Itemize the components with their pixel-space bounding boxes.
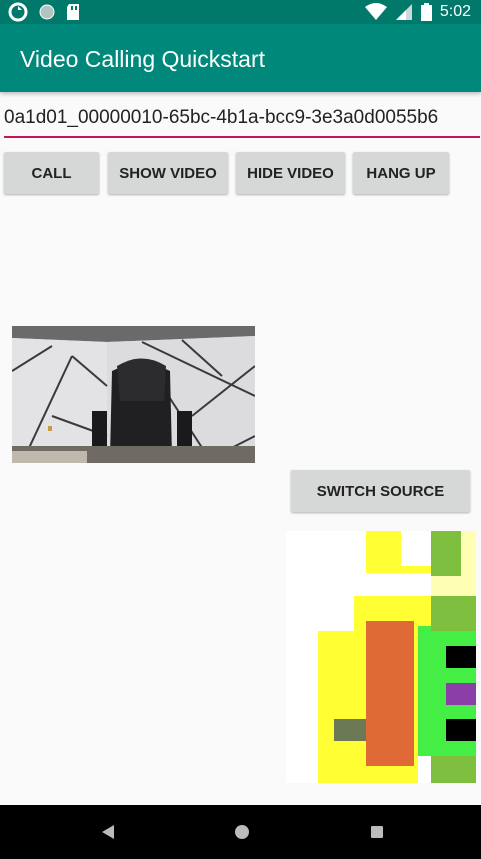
clock: 5:02 <box>439 3 471 20</box>
recents-icon[interactable] <box>370 825 384 839</box>
home-icon[interactable] <box>234 824 250 840</box>
status-bar: 5:02 <box>0 0 481 24</box>
callee-id-input[interactable] <box>4 104 480 138</box>
signal-icon <box>395 4 412 20</box>
sd-card-icon <box>67 4 79 20</box>
hide-video-button[interactable]: HIDE VIDEO <box>236 152 345 194</box>
back-icon[interactable] <box>100 824 116 840</box>
app-title: Video Calling Quickstart <box>20 46 266 72</box>
hang-up-button[interactable]: HANG UP <box>353 152 449 194</box>
battery-icon <box>420 3 432 21</box>
show-video-button[interactable]: SHOW VIDEO <box>108 152 228 194</box>
wifi-icon <box>364 3 387 20</box>
switch-source-button[interactable]: SWITCH SOURCE <box>291 470 470 512</box>
call-button[interactable]: CALL <box>4 152 99 194</box>
sync-icon <box>8 2 28 22</box>
remote-video-view <box>286 531 476 783</box>
navigation-bar <box>0 805 481 859</box>
local-video-preview <box>12 326 255 463</box>
circle-icon <box>39 4 55 20</box>
app-bar: Video Calling Quickstart <box>0 24 481 92</box>
